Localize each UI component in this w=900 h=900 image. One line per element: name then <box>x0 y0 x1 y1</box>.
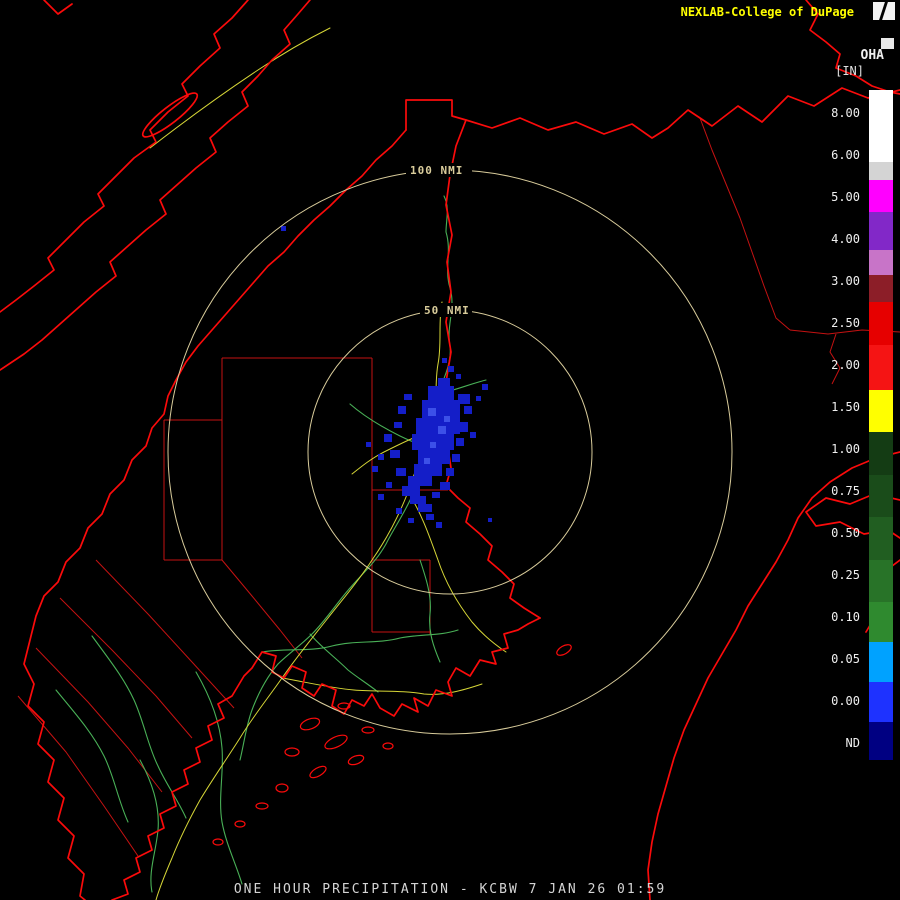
legend-color-segment <box>869 345 893 390</box>
legend-color-segment <box>869 475 893 517</box>
legend-color-segment <box>869 302 893 345</box>
legend-color-segment <box>869 560 893 602</box>
product-caption: ONE HOUR PRECIPITATION - KCBW 7 JAN 26 0… <box>233 882 667 897</box>
legend-color-segment <box>869 682 893 722</box>
legend-color-segment <box>869 90 893 162</box>
ring-label-100nmi: 100 NMI <box>410 164 463 177</box>
legend-color-segment <box>869 642 893 682</box>
legend-colorbar <box>869 90 893 760</box>
legend-color-segment <box>869 250 893 275</box>
radar-display: 100 NMI 50 NMI NEXLAB-College of DuPage … <box>0 0 900 900</box>
legend-product-code: OHA <box>860 48 884 63</box>
legend-color-segment <box>869 517 893 560</box>
legend-color-segment <box>869 602 893 642</box>
cod-logo-icon <box>873 2 895 20</box>
radar-map: 100 NMI 50 NMI <box>0 0 900 900</box>
legend-color-segment <box>869 722 893 760</box>
coastal-islands-layer <box>212 644 572 846</box>
legend-color-segment <box>869 275 893 302</box>
precipitation-layer <box>281 226 492 528</box>
brand-title: NEXLAB-College of DuPage <box>680 5 854 19</box>
legend-color-segment <box>869 212 893 250</box>
precip-pixels <box>281 226 492 528</box>
legend-color-segment <box>869 390 893 432</box>
ring-label-50nmi: 50 NMI <box>424 304 470 317</box>
legend-color-segment <box>869 432 893 475</box>
legend-color-segment <box>869 180 893 212</box>
rivers-layer <box>55 195 487 893</box>
legend-color-segment <box>869 162 893 180</box>
legend-units: [IN] <box>835 64 864 78</box>
